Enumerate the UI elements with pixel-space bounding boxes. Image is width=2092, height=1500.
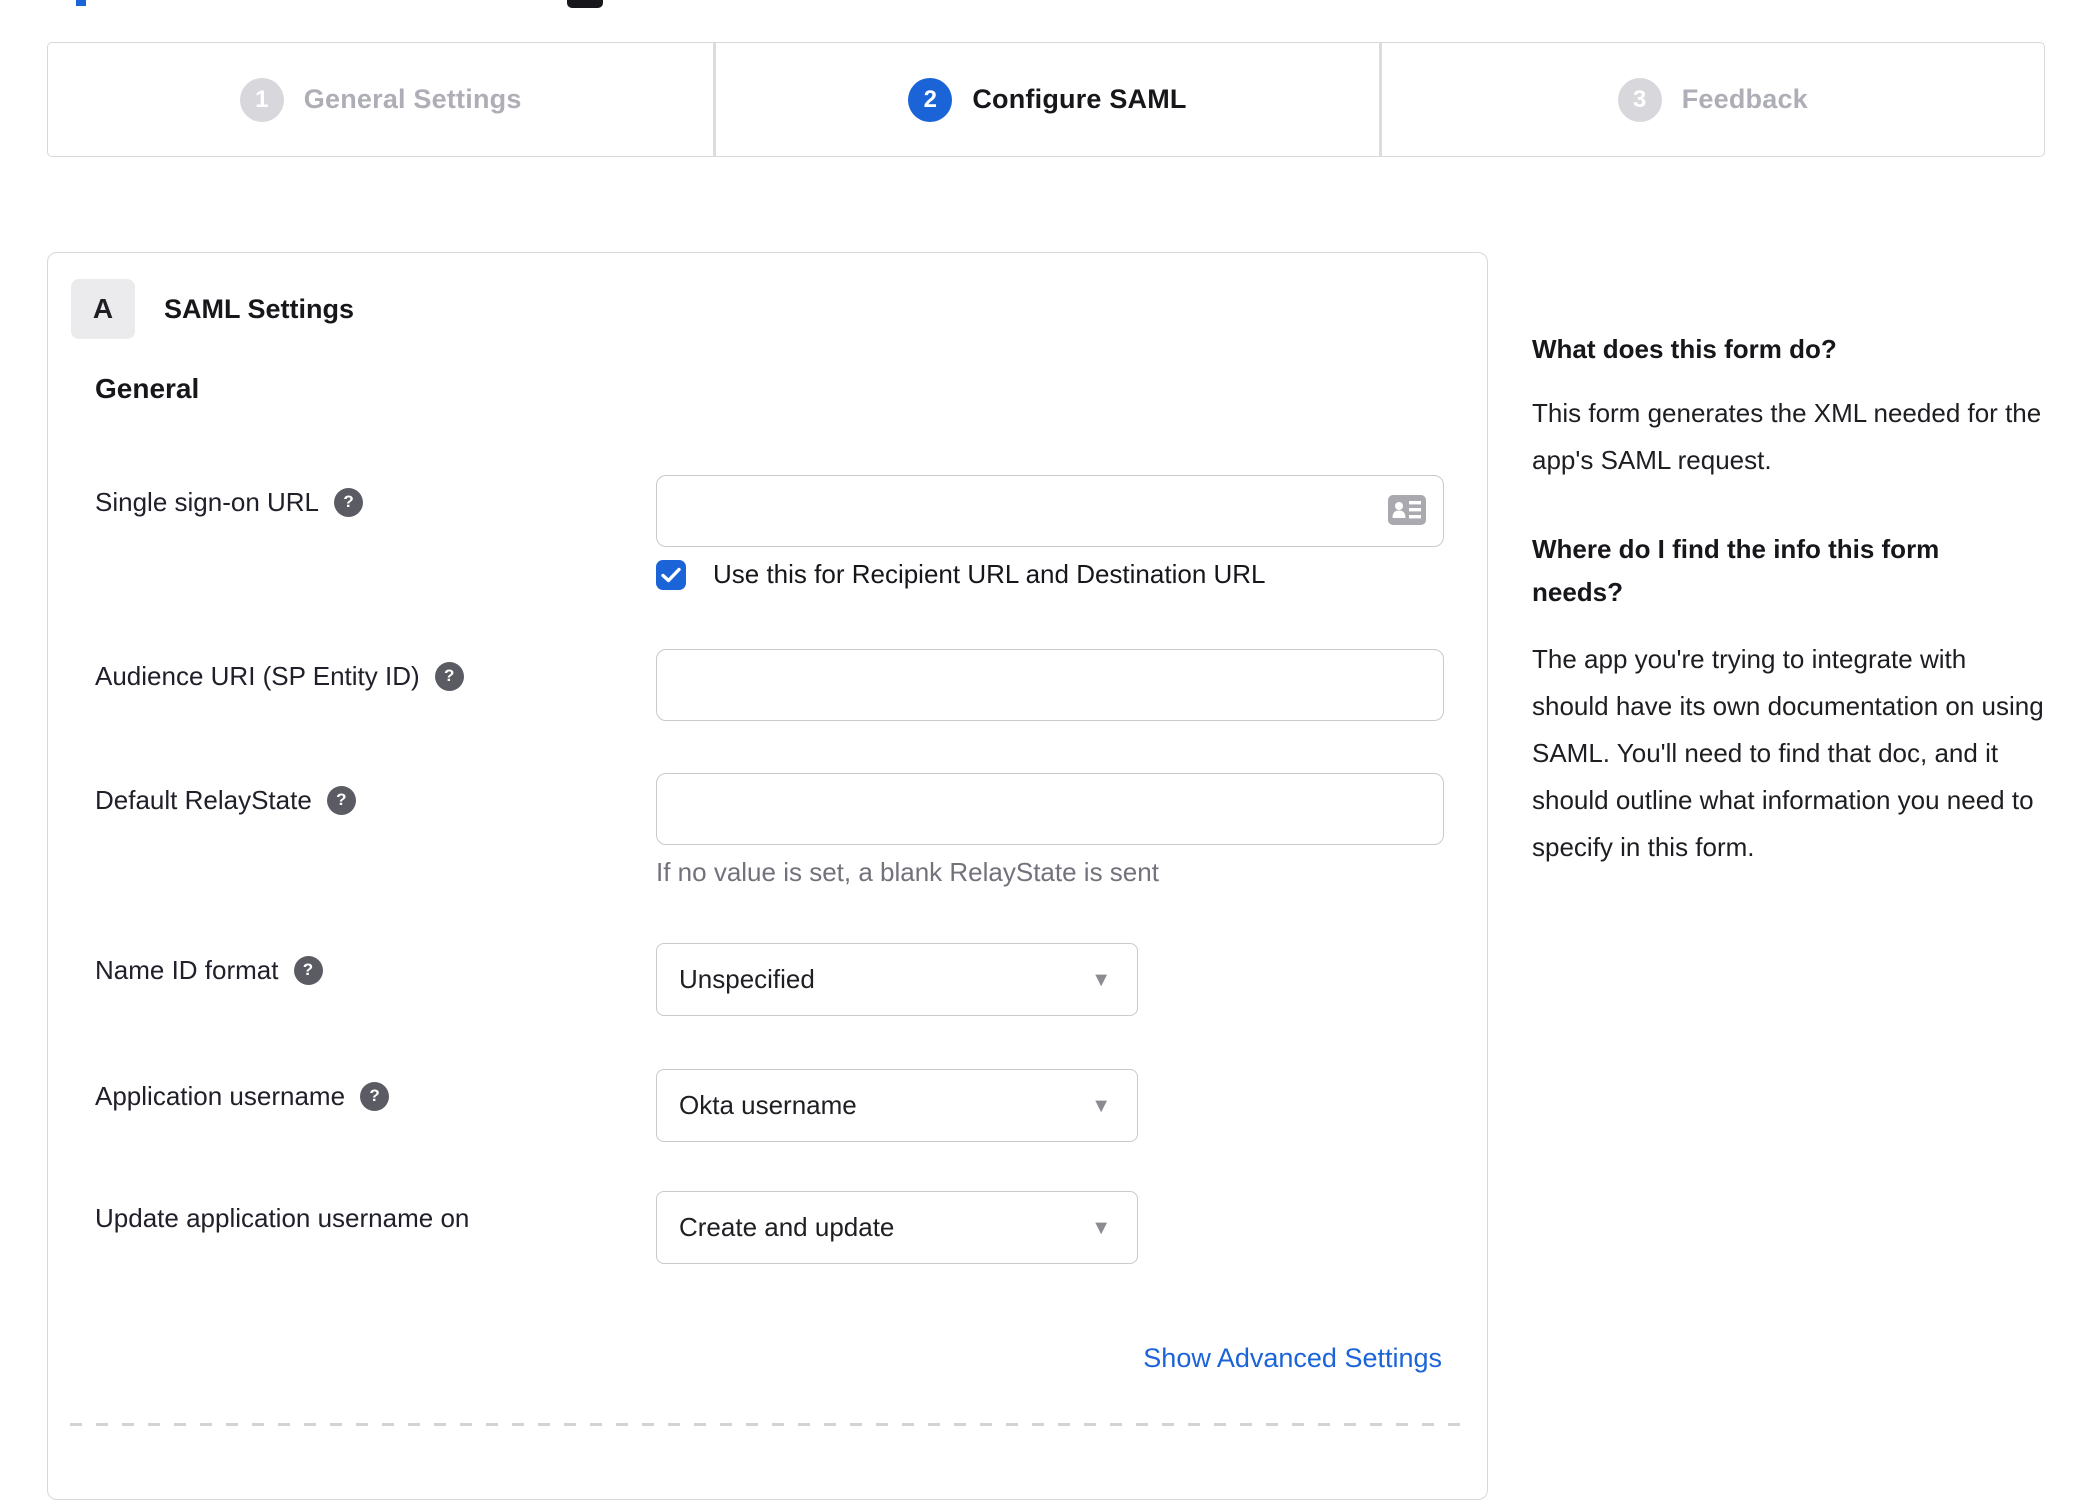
- clipped-blue-fragment: [76, 0, 86, 6]
- show-advanced-settings-link[interactable]: Show Advanced Settings: [1143, 1343, 1442, 1374]
- application-username-select[interactable]: Okta username ▼: [656, 1069, 1138, 1142]
- default-relaystate-help-icon[interactable]: ?: [326, 785, 356, 815]
- general-group-heading: General: [95, 373, 200, 404]
- section-title: SAML Settings: [164, 293, 355, 324]
- audience-uri-help-icon[interactable]: ?: [434, 661, 464, 691]
- default-relaystate-input[interactable]: [656, 773, 1444, 845]
- step-2-circle: 2: [908, 77, 953, 122]
- recipient-url-checkbox-row: Use this for Recipient URL and Destinati…: [656, 559, 1266, 590]
- help-sidebar: What does this form do? This form genera…: [1532, 328, 2044, 871]
- application-username-help-icon[interactable]: ?: [360, 1081, 390, 1111]
- step-configure-saml[interactable]: 2 Configure SAML: [713, 43, 1378, 156]
- sidebar-body-what: This form generates the XML needed for t…: [1532, 398, 2042, 475]
- step-2-label: Configure SAML: [972, 84, 1187, 114]
- audience-uri-label: Audience URI (SP Entity ID) ?: [95, 659, 464, 693]
- recipient-url-checkbox-label: Use this for Recipient URL and Destinati…: [713, 559, 1266, 589]
- update-app-username-select[interactable]: Create and update ▼: [656, 1191, 1138, 1264]
- step-1-circle: 1: [239, 77, 284, 122]
- step-3-label: Feedback: [1681, 84, 1808, 114]
- name-id-format-select[interactable]: Unspecified ▼: [656, 943, 1138, 1016]
- sso-url-input[interactable]: [656, 475, 1444, 547]
- audience-uri-input[interactable]: [656, 649, 1444, 721]
- sso-url-label: Single sign-on URL ?: [95, 485, 364, 519]
- clipped-black-fragment: [567, 0, 603, 8]
- step-feedback[interactable]: 3 Feedback: [1378, 43, 2044, 156]
- recipient-url-checkbox[interactable]: [656, 559, 686, 590]
- chevron-down-icon: ▼: [1091, 1216, 1111, 1239]
- chevron-down-icon: ▼: [1091, 1094, 1111, 1117]
- sidebar-body-where: The app you're trying to integrate with …: [1532, 644, 2044, 862]
- step-1-label: General Settings: [303, 84, 522, 114]
- default-relaystate-label: Default RelayState ?: [95, 783, 356, 817]
- checkmark-icon: [661, 567, 681, 582]
- step-3-circle: 3: [1617, 77, 1662, 122]
- relaystate-hint: If no value is set, a blank RelayState i…: [656, 857, 1159, 887]
- saml-settings-panel: A SAML Settings General Single sign-on U…: [47, 252, 1488, 1500]
- panel-header: A SAML Settings: [71, 279, 354, 339]
- name-id-format-help-icon[interactable]: ?: [293, 955, 323, 985]
- section-letter-badge: A: [71, 279, 135, 339]
- sso-url-help-icon[interactable]: ?: [334, 487, 364, 517]
- application-username-label: Application username ?: [95, 1079, 390, 1113]
- wizard-stepper: 1 General Settings 2 Configure SAML 3 Fe…: [47, 42, 2045, 157]
- sidebar-heading-what: What does this form do?: [1532, 334, 1837, 364]
- step-general-settings[interactable]: 1 General Settings: [48, 43, 713, 156]
- sidebar-heading-where: Where do I find the info this form needs…: [1532, 534, 1940, 607]
- update-app-username-label: Update application username on: [95, 1203, 470, 1233]
- name-id-format-label: Name ID format ?: [95, 953, 323, 987]
- chevron-down-icon: ▼: [1091, 968, 1111, 991]
